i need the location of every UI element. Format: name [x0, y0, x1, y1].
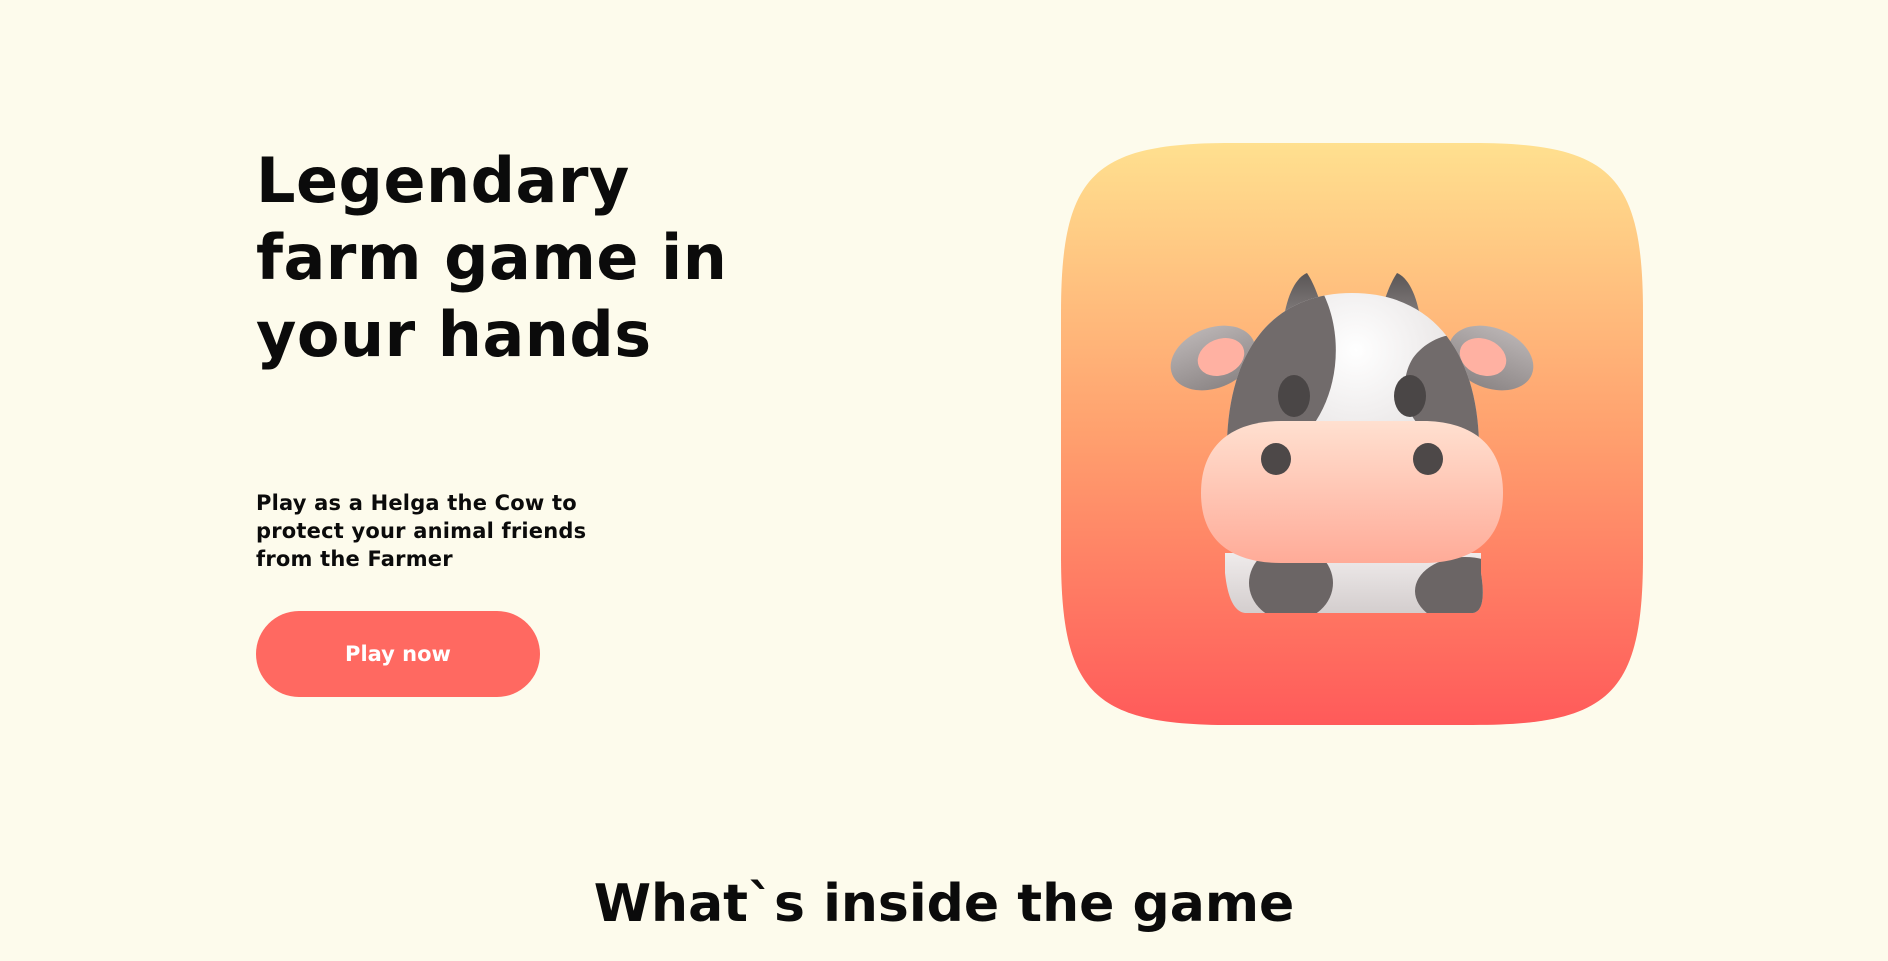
play-now-button[interactable]: Play now: [256, 611, 540, 697]
section-title-whats-inside: What`s inside the game: [593, 874, 1295, 934]
cow-icon: [1061, 143, 1643, 725]
hero-title: Legendary farm game in your hands: [256, 144, 728, 371]
app-icon: [1061, 143, 1643, 725]
hero-subtitle: Play as a Helga the Cow to protect your …: [256, 491, 587, 571]
